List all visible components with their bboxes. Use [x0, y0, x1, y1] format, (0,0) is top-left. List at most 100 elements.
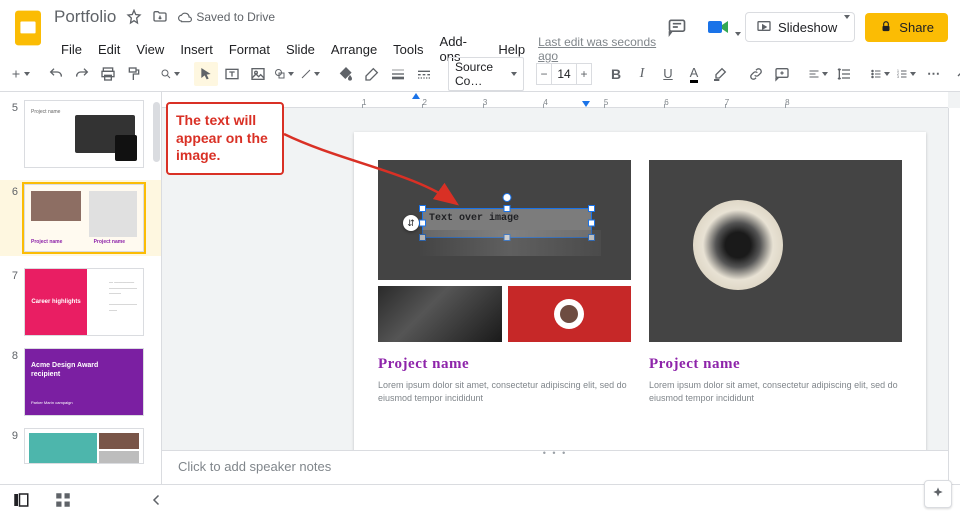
ruler-indent-marker[interactable] [412, 93, 420, 99]
resize-handle[interactable] [419, 205, 426, 212]
menu-slide[interactable]: Slide [279, 40, 322, 59]
project1-desc[interactable]: Lorem ipsum dolor sit amet, consectetur … [378, 379, 631, 404]
slide-thumb-6[interactable]: Project name Project name [24, 184, 144, 252]
autofit-icon[interactable]: ⇵ [403, 215, 419, 231]
textbox-tool[interactable] [220, 62, 244, 86]
ruler-tick: 4 [543, 98, 547, 107]
resize-handle[interactable] [588, 220, 595, 227]
slide-thumb-5[interactable]: Project name [24, 100, 144, 168]
svg-text:3: 3 [897, 75, 899, 79]
saved-to-drive[interactable]: Saved to Drive [178, 10, 275, 24]
resize-handle[interactable] [504, 234, 511, 241]
fill-color-button[interactable] [334, 62, 358, 86]
project1-title[interactable]: Project name [378, 356, 631, 373]
border-weight-button[interactable] [386, 62, 410, 86]
move-folder-icon[interactable] [152, 9, 168, 25]
star-icon[interactable] [126, 9, 142, 25]
collapse-toolbar-button[interactable] [950, 62, 960, 86]
thumb-number: 9 [8, 428, 18, 442]
paint-format-button[interactable] [122, 62, 146, 86]
image-tool[interactable] [246, 62, 270, 86]
thumb-scrollbar[interactable] [151, 92, 161, 484]
font-family-select[interactable]: Source Co… [448, 57, 524, 91]
italic-button[interactable]: I [630, 62, 654, 86]
thumb6-cap1: Project name [31, 239, 62, 245]
thumb7-title: Career highlights [25, 269, 87, 335]
project1-main-image[interactable]: ⇵ Text over image [378, 160, 631, 280]
share-button[interactable]: Share [865, 13, 948, 42]
menu-arrange[interactable]: Arrange [324, 40, 384, 59]
annotation-callout: The text will appear on the image. [166, 102, 284, 175]
slideshow-button[interactable]: Slideshow [745, 12, 848, 42]
last-edit-link[interactable]: Last edit was seconds ago [538, 35, 663, 63]
filmstrip-view-icon[interactable] [12, 491, 30, 509]
redo-button[interactable] [70, 62, 94, 86]
font-size-increase[interactable]: + [576, 63, 592, 85]
slide-thumb-7[interactable]: Career highlights — ————————————————————… [24, 268, 144, 336]
align-button[interactable] [806, 62, 830, 86]
print-button[interactable] [96, 62, 120, 86]
rotate-handle-icon[interactable] [503, 193, 512, 202]
undo-button[interactable] [44, 62, 68, 86]
zoom-button[interactable] [158, 62, 182, 86]
border-color-button[interactable] [360, 62, 384, 86]
select-tool[interactable] [194, 62, 218, 86]
resize-handle[interactable] [588, 205, 595, 212]
notes-drag-handle[interactable]: • • • [543, 448, 567, 458]
slide-thumb-9[interactable] [24, 428, 144, 464]
menu-edit[interactable]: Edit [91, 40, 127, 59]
speaker-notes[interactable]: • • • Click to add speaker notes [162, 450, 948, 484]
resize-handle[interactable] [419, 220, 426, 227]
textbox-text[interactable]: Text over image [423, 209, 591, 229]
font-size-value[interactable]: 14 [552, 63, 576, 85]
numbered-list-button[interactable]: 123 [894, 62, 918, 86]
collapse-filmstrip-icon[interactable] [148, 491, 166, 509]
font-size-control: − 14 + [536, 63, 592, 85]
bottom-bar [0, 484, 960, 514]
menu-format[interactable]: Format [222, 40, 277, 59]
resize-handle[interactable] [588, 234, 595, 241]
more-tools-button[interactable]: ⋯ [922, 62, 946, 86]
bulleted-list-button[interactable] [868, 62, 892, 86]
shape-tool[interactable] [272, 62, 296, 86]
thumb-number: 6 [8, 184, 18, 198]
explore-button[interactable] [924, 480, 952, 508]
ruler-indent-marker[interactable] [582, 101, 590, 107]
menu-insert[interactable]: Insert [173, 40, 220, 59]
project2-title[interactable]: Project name [649, 356, 902, 373]
bold-button[interactable]: B [604, 62, 628, 86]
vertical-scrollbar[interactable] [948, 108, 960, 484]
border-dash-button[interactable] [412, 62, 436, 86]
thumb8-sub: Parker Marín campaign [31, 400, 73, 405]
underline-button[interactable]: U [656, 62, 680, 86]
slides-app-icon[interactable] [12, 6, 44, 50]
resize-handle[interactable] [504, 205, 511, 212]
menu-view[interactable]: View [129, 40, 171, 59]
slide-canvas[interactable]: ⇵ Text over image Project name Lorem ips… [354, 132, 926, 454]
line-tool[interactable] [298, 62, 322, 86]
menu-help[interactable]: Help [491, 40, 532, 59]
menu-file[interactable]: File [54, 40, 89, 59]
insert-link-button[interactable] [744, 62, 768, 86]
menu-tools[interactable]: Tools [386, 40, 430, 59]
project1-sub-image-1[interactable] [378, 286, 502, 342]
comments-icon[interactable] [663, 13, 691, 41]
insert-comment-button[interactable] [770, 62, 794, 86]
project2-desc[interactable]: Lorem ipsum dolor sit amet, consectetur … [649, 379, 902, 404]
project2-main-image[interactable] [649, 160, 902, 342]
grid-view-icon[interactable] [54, 491, 72, 509]
doc-title[interactable]: Portfolio [54, 7, 116, 27]
highlight-color-button[interactable] [708, 62, 732, 86]
slide-thumb-8[interactable]: Acme Design Award recipient Parker Marín… [24, 348, 144, 416]
slideshow-dropdown[interactable] [838, 12, 855, 42]
selected-text-box[interactable]: ⇵ Text over image [422, 208, 592, 238]
resize-handle[interactable] [419, 234, 426, 241]
new-slide-button[interactable] [8, 62, 32, 86]
font-size-decrease[interactable]: − [536, 63, 552, 85]
thumb7-body: — ———————————————————————— [109, 279, 137, 313]
text-color-button[interactable]: A [682, 62, 706, 86]
line-spacing-button[interactable] [832, 62, 856, 86]
project1-sub-image-2[interactable] [508, 286, 632, 342]
meet-icon[interactable] [701, 10, 735, 44]
speaker-notes-placeholder: Click to add speaker notes [178, 459, 331, 474]
